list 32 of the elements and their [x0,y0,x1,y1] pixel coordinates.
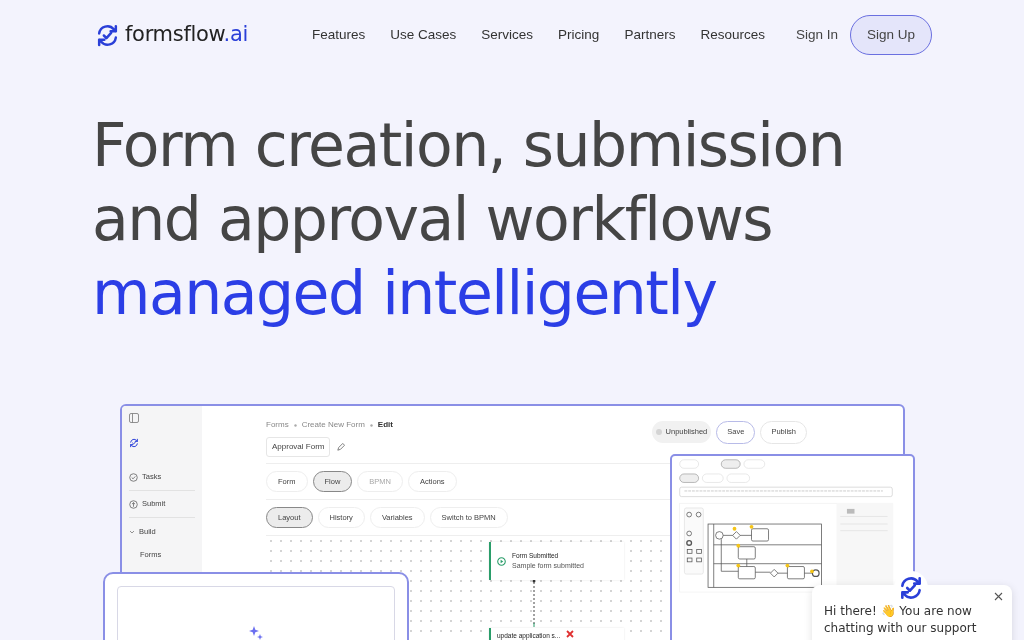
sparkle-icon [248,625,264,640]
app-logo-icon [129,438,139,448]
connector-line [532,579,536,627]
headline-line: managed intelligently [92,257,717,330]
sign-in-link[interactable]: Sign In [795,24,838,46]
pencil-icon[interactable] [336,442,346,452]
logo-icon [95,22,120,48]
separator-icon [369,423,373,427]
nav-link[interactable]: Use Cases [390,24,457,46]
logo-text[interactable]: formsflow.ai [125,19,248,51]
nav-link[interactable]: Features [312,24,366,46]
separator-icon [293,423,297,427]
headline-line: and approval workflows [92,183,772,256]
nav-link[interactable]: Services [481,24,534,46]
headline-line: Form creation, submission [92,109,845,182]
breadcrumb-link[interactable]: Forms [266,419,289,431]
nav-link[interactable]: Partners [624,24,676,46]
form-name-field[interactable]: Approval Form [266,437,331,457]
nav-link[interactable]: Pricing [558,24,600,46]
upload-circle-icon [129,499,138,509]
chevron-icon [129,528,135,535]
close-button[interactable] [992,590,1004,602]
breadcrumb-link[interactable]: Edit [377,419,393,431]
play-icon [497,556,506,566]
panel-toggle-icon[interactable] [129,413,139,423]
breadcrumb-link[interactable]: Create New Form [301,419,365,431]
close-icon [566,630,575,638]
nav-link[interactable]: Resources [700,24,765,46]
chat-message: Hi there! 👋 You are now chatting with our support [824,603,978,637]
chat-logo-icon [898,575,924,601]
check-circle-icon [129,472,138,482]
sign-up-button[interactable]: Sign Up [849,15,932,55]
